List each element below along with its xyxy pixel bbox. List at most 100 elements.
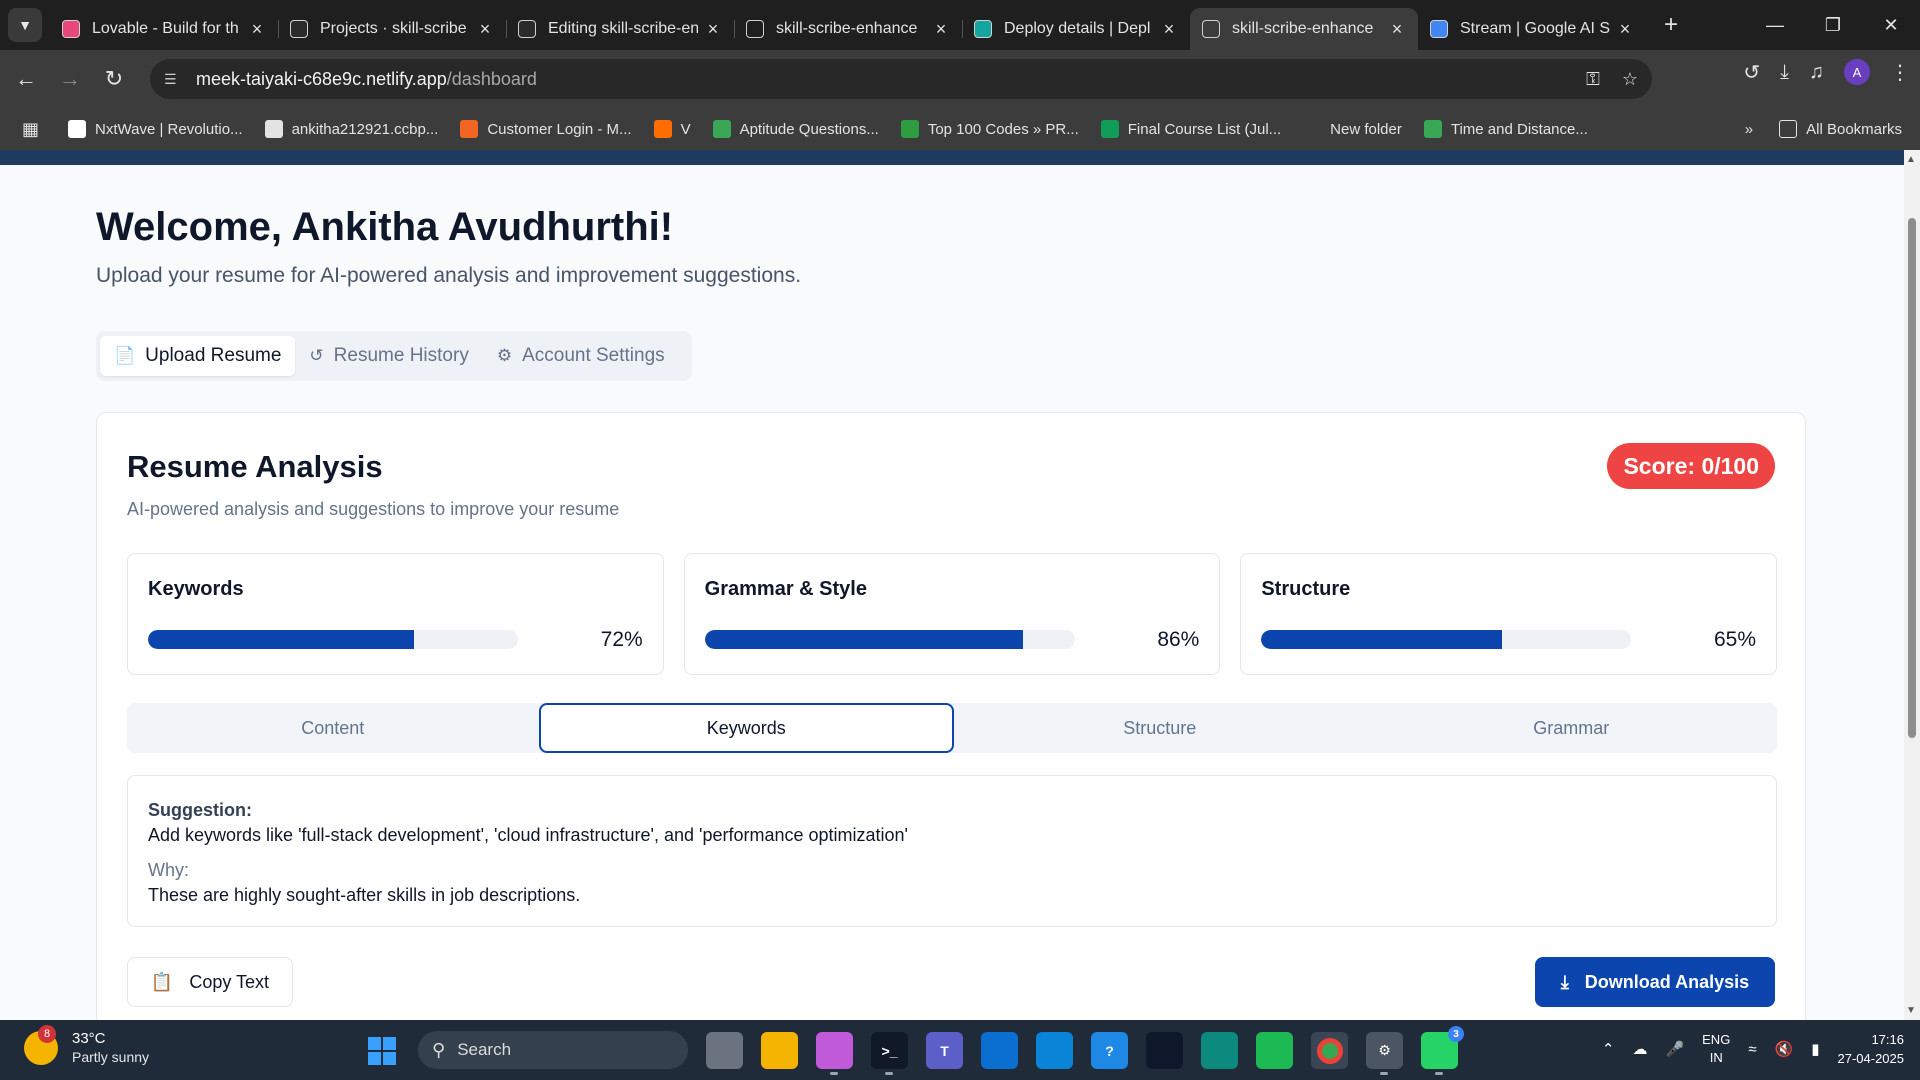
tab-resume-history[interactable]: ↺ Resume History: [295, 336, 482, 376]
analysis-subtitle: AI-powered analysis and suggestions to i…: [127, 499, 620, 519]
volume-muted-icon[interactable]: 🔇: [1775, 1040, 1794, 1058]
chrome-icon[interactable]: [1311, 1032, 1348, 1069]
bookmark-icon: [712, 120, 731, 138]
spotify-icon[interactable]: [1256, 1032, 1293, 1069]
bookmark-star-icon[interactable]: ☆: [1622, 69, 1638, 90]
bookmark-item[interactable]: Top 100 Codes » PR...: [900, 120, 1079, 138]
browser-tab[interactable]: skill-scribe-enhance ×: [1190, 8, 1418, 50]
resume-analysis-card: Resume Analysis AI-powered analysis and …: [96, 412, 1806, 1020]
terminal-icon[interactable]: >_: [871, 1032, 908, 1075]
analysis-tab-structure[interactable]: Structure: [954, 703, 1366, 753]
copilot-icon[interactable]: [816, 1032, 853, 1075]
restore-button[interactable]: ❐: [1804, 0, 1862, 50]
scroll-thumb[interactable]: [1908, 218, 1916, 738]
all-bookmarks-button[interactable]: All Bookmarks: [1779, 120, 1902, 138]
tab-close-icon[interactable]: ×: [704, 19, 722, 40]
browser-tab[interactable]: skill-scribe-enhance ×: [734, 8, 962, 50]
analysis-tab-keywords[interactable]: Keywords: [538, 703, 954, 753]
language-code: ENG: [1702, 1032, 1731, 1047]
reload-button[interactable]: ↻: [96, 61, 132, 97]
browser-tab[interactable]: Projects · skill-scribe ×: [278, 8, 506, 50]
address-bar[interactable]: ☰ meek-taiyaki-c68e9c.netlify.app/dashbo…: [150, 59, 1652, 99]
download-analysis-button[interactable]: ⤓ Download Analysis: [1535, 957, 1775, 1007]
browser-toolbar: ← → ↻ ☰ meek-taiyaki-c68e9c.netlify.app /…: [0, 50, 1920, 108]
scroll-up-icon[interactable]: ▲: [1906, 154, 1916, 165]
tab-upload-resume[interactable]: 📄 Upload Resume: [100, 336, 296, 376]
copy-text-button[interactable]: 📋 Copy Text: [127, 957, 293, 1007]
browser-tab[interactable]: Deploy details | Depl ×: [962, 8, 1190, 50]
tab-close-icon[interactable]: ×: [476, 19, 494, 40]
bookmark-item[interactable]: Customer Login - M...: [460, 120, 632, 138]
copy-text-label: Copy Text: [189, 971, 270, 992]
history-icon[interactable]: ↺: [1743, 60, 1760, 85]
nxtwave-icon[interactable]: [1146, 1032, 1183, 1069]
whatsapp-icon[interactable]: 3: [1421, 1026, 1464, 1075]
site-info-icon[interactable]: ☰: [164, 71, 184, 88]
battery-icon[interactable]: ▮: [1811, 1040, 1819, 1058]
apps-grid-icon[interactable]: ▦: [22, 119, 44, 140]
task-view-icon[interactable]: [706, 1032, 743, 1069]
analysis-tab-content[interactable]: Content: [127, 703, 539, 753]
welcome-heading: Welcome, Ankitha Avudhurthi!: [96, 205, 674, 249]
browser-tab[interactable]: Stream | Google AI St ×: [1418, 8, 1646, 50]
bookmark-item[interactable]: Final Course List (Jul...: [1100, 120, 1282, 138]
microphone-icon[interactable]: 🎤: [1665, 1040, 1684, 1058]
bookmark-item[interactable]: New folder: [1303, 120, 1402, 138]
edge-icon[interactable]: [1201, 1032, 1238, 1069]
bookmark-item[interactable]: Time and Distance...: [1423, 120, 1588, 138]
wifi-icon[interactable]: ≈: [1748, 1041, 1756, 1058]
bookmark-label: New folder: [1330, 120, 1402, 138]
back-button[interactable]: ←: [8, 61, 44, 97]
taskbar-search[interactable]: ⚲ Search: [418, 1031, 688, 1069]
suggestion-heading: Suggestion:: [148, 800, 252, 820]
teams-icon[interactable]: T: [926, 1032, 963, 1069]
weather-badge: 8: [38, 1025, 56, 1043]
weather-description: Partly sunny: [72, 1049, 150, 1065]
tab-close-icon[interactable]: ×: [248, 19, 266, 40]
profile-avatar[interactable]: A: [1844, 59, 1870, 85]
myhp-icon[interactable]: [981, 1032, 1018, 1069]
taskbar-apps: >_ T ? ⚙ 3: [706, 1026, 1464, 1075]
minimize-button[interactable]: —: [1746, 0, 1804, 50]
tab-search-button[interactable]: ▼: [8, 8, 42, 42]
page-viewport: Welcome, Ankitha Avudhurthi! Upload your…: [0, 150, 1904, 1020]
bookmark-item[interactable]: V: [653, 120, 691, 138]
media-control-icon[interactable]: ♫: [1809, 61, 1824, 84]
suggestion-panel: Suggestion: Add keywords like 'full-stac…: [127, 775, 1777, 927]
download-icon[interactable]: ⤓: [1780, 61, 1789, 84]
more-bookmarks-icon[interactable]: »: [1745, 121, 1753, 138]
store-icon[interactable]: [1036, 1032, 1073, 1069]
tab-close-icon[interactable]: ×: [1160, 19, 1178, 40]
tab-close-icon[interactable]: ×: [1616, 19, 1634, 40]
settings-gear-icon[interactable]: ⚙: [1366, 1032, 1403, 1075]
chevron-up-icon[interactable]: ⌃: [1602, 1040, 1615, 1058]
file-explorer-icon[interactable]: [761, 1032, 798, 1069]
bookmark-item[interactable]: NxtWave | Revolutio...: [68, 120, 243, 138]
browser-tab[interactable]: Editing skill-scribe-en ×: [506, 8, 734, 50]
weather-widget[interactable]: 8 33°C Partly sunny: [24, 1025, 150, 1066]
browser-tab[interactable]: Lovable - Build for th ×: [50, 8, 278, 50]
close-window-button[interactable]: ✕: [1862, 0, 1920, 50]
scroll-down-icon[interactable]: ▼: [1906, 1005, 1916, 1016]
language-indicator[interactable]: ENG IN: [1702, 1031, 1730, 1067]
onedrive-icon[interactable]: ☁: [1632, 1040, 1647, 1058]
page-scrollbar[interactable]: ▲ ▼: [1904, 150, 1920, 1020]
menu-kebab-icon[interactable]: ⋮: [1890, 60, 1910, 85]
start-button[interactable]: [368, 1037, 396, 1065]
metric-card: Keywords 72%: [127, 553, 664, 675]
tab-close-icon[interactable]: ×: [932, 19, 950, 40]
progress-fill: [1261, 630, 1502, 649]
help-icon[interactable]: ?: [1091, 1032, 1128, 1069]
analysis-tab-grammar[interactable]: Grammar: [1366, 703, 1778, 753]
forward-button[interactable]: →: [52, 61, 88, 97]
password-key-icon[interactable]: ⚿: [1586, 69, 1600, 90]
clock[interactable]: 17:16 27-04-2025: [1838, 1030, 1905, 1068]
bookmark-label: Final Course List (Jul...: [1127, 120, 1282, 138]
tab-account-settings[interactable]: ⚙ Account Settings: [483, 336, 679, 376]
bookmark-item[interactable]: ankitha212921.ccbp...: [264, 120, 438, 138]
new-tab-button[interactable]: +: [1656, 11, 1686, 39]
windows-taskbar: 8 33°C Partly sunny ⚲ Search >_ T ? ⚙ 3 …: [0, 1020, 1920, 1080]
tab-title: Projects · skill-scribe: [320, 20, 467, 37]
tab-close-icon[interactable]: ×: [1388, 19, 1406, 40]
bookmark-item[interactable]: Aptitude Questions...: [712, 120, 879, 138]
